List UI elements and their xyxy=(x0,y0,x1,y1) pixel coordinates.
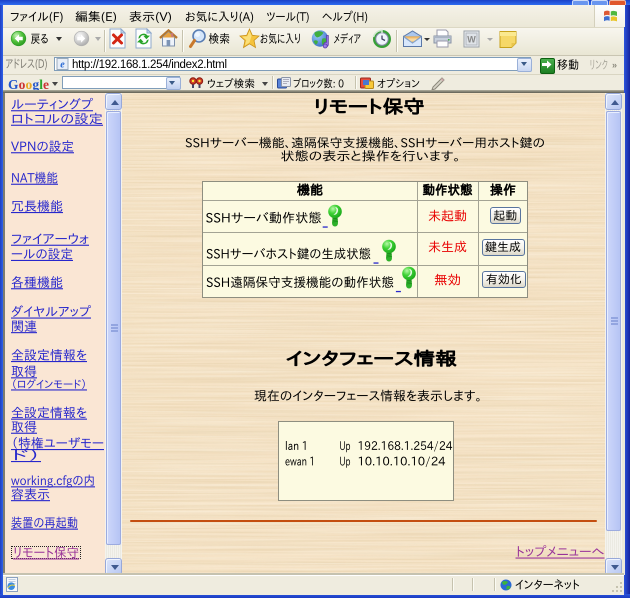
svg-text:W: W xyxy=(467,35,476,45)
svg-text:e: e xyxy=(60,60,65,71)
